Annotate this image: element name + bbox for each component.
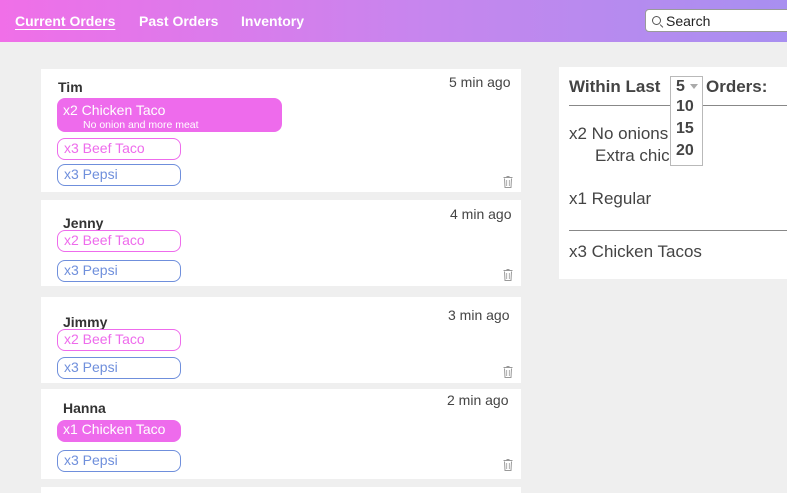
order-card-jenny: Jenny 4 min ago x2 Beef Taco x3 Pepsi [41, 200, 521, 286]
search-icon [652, 16, 661, 25]
summary-heading-suffix: Orders: [706, 77, 768, 96]
search-input[interactable] [666, 12, 786, 29]
order-time: 3 min ago [448, 307, 510, 323]
order-item-label: x2 Chicken Taco [63, 102, 166, 118]
trash-icon[interactable] [503, 176, 513, 188]
summary-line: x3 Chicken Tacos [569, 242, 702, 261]
search-box[interactable] [645, 9, 787, 32]
order-item-note: No onion and more meat [83, 119, 199, 131]
summary-line: x2 No onions [569, 124, 669, 143]
trash-icon[interactable] [503, 459, 513, 471]
trash-icon[interactable] [503, 366, 513, 378]
summary-line-sub: Extra chic [595, 146, 670, 165]
order-time: 4 min ago [450, 206, 512, 222]
order-time: 5 min ago [449, 74, 511, 90]
summary-line: x1 Regular [569, 189, 652, 208]
order-item[interactable]: x2 Beef Taco [57, 329, 181, 351]
customer-name: Jimmy [63, 314, 108, 330]
order-card-tim: Tim 5 min ago x2 Chicken Taco No onion a… [41, 69, 521, 192]
customer-name: Hanna [63, 400, 106, 416]
order-card-partial [41, 487, 521, 493]
order-card-hanna: Hanna 2 min ago x1 Chicken Taco x3 Pepsi [41, 389, 521, 479]
order-item[interactable]: x3 Pepsi [57, 357, 181, 379]
order-card-jimmy: Jimmy 3 min ago x2 Beef Taco x3 Pepsi [41, 297, 521, 383]
summary-heading-prefix: Within Last [569, 77, 661, 96]
order-count-dropdown[interactable]: 5 10 15 20 [670, 76, 703, 166]
divider [569, 230, 787, 231]
customer-name: Jenny [63, 215, 104, 231]
dropdown-option-10[interactable]: 10 [676, 98, 694, 116]
top-nav-bar: Current Orders Past Orders Inventory [0, 0, 787, 42]
order-item[interactable]: x3 Pepsi [57, 260, 181, 282]
dropdown-option-15[interactable]: 15 [676, 120, 694, 138]
dropdown-option-20[interactable]: 20 [676, 142, 694, 160]
dropdown-selected-value: 5 [676, 78, 685, 95]
order-item[interactable]: x1 Chicken Taco [57, 420, 181, 442]
order-item[interactable]: x2 Chicken Taco No onion and more meat [57, 98, 282, 132]
order-time: 2 min ago [447, 392, 509, 408]
order-item[interactable]: x3 Pepsi [57, 450, 181, 472]
order-item[interactable]: x2 Beef Taco [57, 230, 181, 252]
tab-current-orders[interactable]: Current Orders [15, 13, 115, 29]
tab-inventory[interactable]: Inventory [241, 13, 304, 29]
tab-past-orders[interactable]: Past Orders [139, 13, 218, 29]
customer-name: Tim [58, 79, 83, 95]
order-item[interactable]: x3 Pepsi [57, 164, 181, 186]
chevron-down-icon [690, 84, 698, 89]
order-item[interactable]: x3 Beef Taco [57, 138, 181, 160]
trash-icon[interactable] [503, 269, 513, 281]
